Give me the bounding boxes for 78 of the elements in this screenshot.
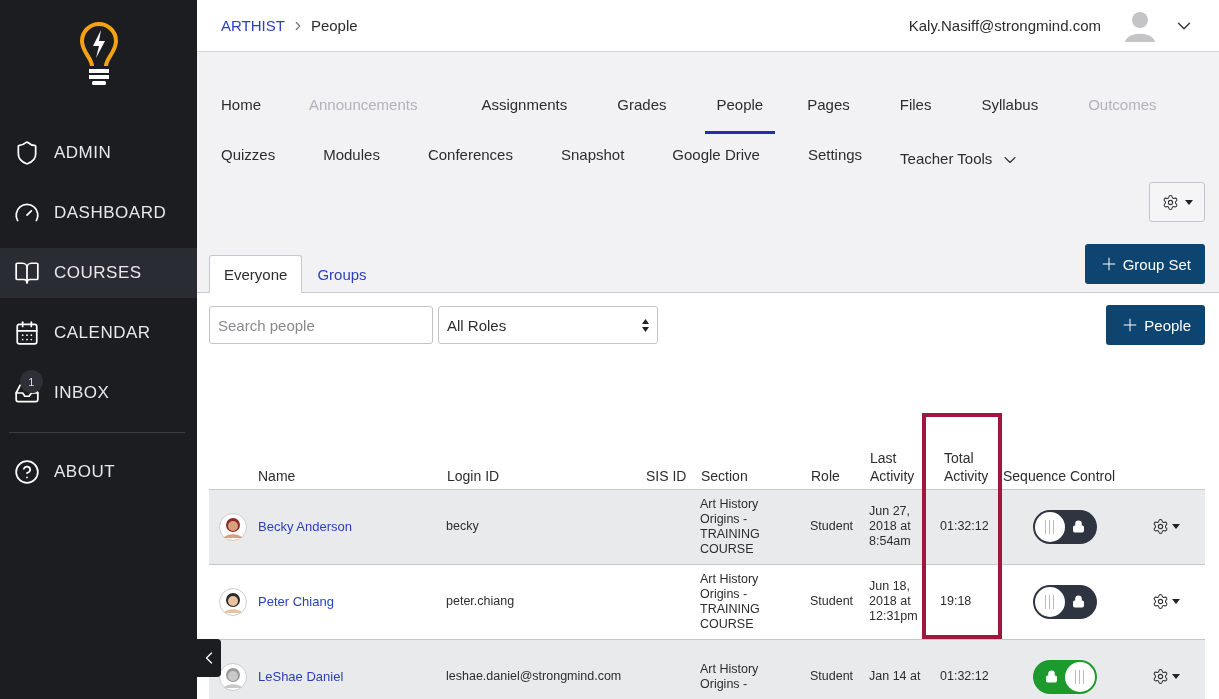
add-people-button[interactable]: People [1106,305,1205,345]
table-cell-text: Jun 18, 2018 at 12:31pm [869,579,919,624]
column-header: SIS ID [645,467,688,486]
column-header: Total Activity [943,449,990,486]
sidebar-item[interactable]: 1 INBOX [0,368,197,418]
nav-link[interactable]: People [704,88,776,134]
table-cell-text: 01:32:12 [939,519,990,534]
nav-link[interactable]: Modules [311,138,392,184]
table-cell-text: 01:32:12 [939,669,990,684]
settings-icon [1161,193,1179,211]
search-field[interactable]: Search people [209,306,433,344]
shield-icon [14,140,40,166]
avatar [219,587,247,616]
caret-icon [1184,199,1193,205]
settings-button[interactable] [1149,182,1205,222]
nav-link[interactable]: Settings [795,138,875,184]
breadcrumb-link[interactable]: ARTHIST [221,17,285,34]
dropdown-menu[interactable]: Teacher Tools [888,138,1033,184]
book-icon [14,260,40,286]
nav-link[interactable]: Pages [795,88,862,134]
sidebar-item[interactable]: DASHBOARD [0,188,197,238]
settings-icon [1152,518,1169,535]
table-cell-text: Art History Origins - TRAINING COURSE [700,496,761,557]
nav-link[interactable]: Grades [605,88,679,134]
lock-icon [1071,520,1085,533]
user-email: Kaly.Nasiff@strongmind.com [908,17,1101,34]
column-header: Last Activity [869,449,916,486]
column-header: Section [700,467,749,486]
caret-icon [1172,599,1180,604]
help-icon [14,459,40,485]
role-select[interactable]: All Roles [438,306,658,344]
nav-link[interactable]: Files [887,88,944,134]
page-heading: People [310,17,358,34]
column-header: Sequence Control [1002,467,1117,486]
table-cell-text: peter.chiang [446,594,516,609]
nav-link[interactable]: Google Drive [660,138,772,184]
column-header: Name [257,467,297,486]
person-name-link[interactable]: Becky Anderson [257,519,446,534]
settings-icon [1152,668,1169,685]
table-cell-text: Student [810,594,855,609]
tab[interactable]: Groups [302,255,382,293]
lightbulb-logo [78,22,119,88]
table-cell-text: Art History Origins - [700,661,760,692]
sidebar-item[interactable]: COURSES [0,248,197,298]
lock-icon [1071,595,1085,608]
column-header: Login ID [446,467,501,486]
lock-icon [1044,670,1058,683]
add-group-set-button[interactable]: Group Set [1084,244,1205,284]
sort-arrows-icon [642,318,649,332]
nav-link[interactable]: Conferences [415,138,525,184]
table-cell-text: Jun 27, 2018 at 8:54am [869,504,912,549]
calendar-icon [14,320,40,346]
column-header: Role [810,467,841,486]
nav-link[interactable]: Quizzes [209,138,288,184]
person-name-link[interactable]: LeShae Daniel [257,669,446,684]
caret-icon [1172,674,1180,679]
nav-link[interactable]: Syllabus [969,88,1051,134]
table-cell-text: Art History Origins - TRAINING COURSE [700,571,761,632]
table-cell-text: leshae.daniel@strongmind.com [446,669,623,684]
table-cell-text: becky [446,519,480,534]
sidebar-item[interactable]: ADMIN [0,128,197,178]
settings-icon [1152,593,1169,610]
table-cell-text: Student [810,519,855,534]
sidebar-item[interactable]: CALENDAR [0,308,197,358]
person-name-link[interactable]: Peter Chiang [257,594,446,609]
unread-badge: 1 [20,370,43,393]
caret-icon [1172,524,1180,529]
nav-link[interactable]: Home [209,88,273,134]
collapse-button[interactable] [197,639,221,677]
nav-link[interactable]: Assignments [469,88,580,134]
nav-link[interactable]: Snapshot [548,138,637,184]
table-cell-text: Jan 14 at [869,669,922,684]
tab[interactable]: Everyone [209,255,303,293]
avatar [219,512,247,541]
avatar [219,662,247,691]
sidebar-item[interactable]: ABOUT [0,447,197,497]
table-cell-text: 19:18 [939,594,973,609]
table-cell-text: Student [810,669,855,684]
